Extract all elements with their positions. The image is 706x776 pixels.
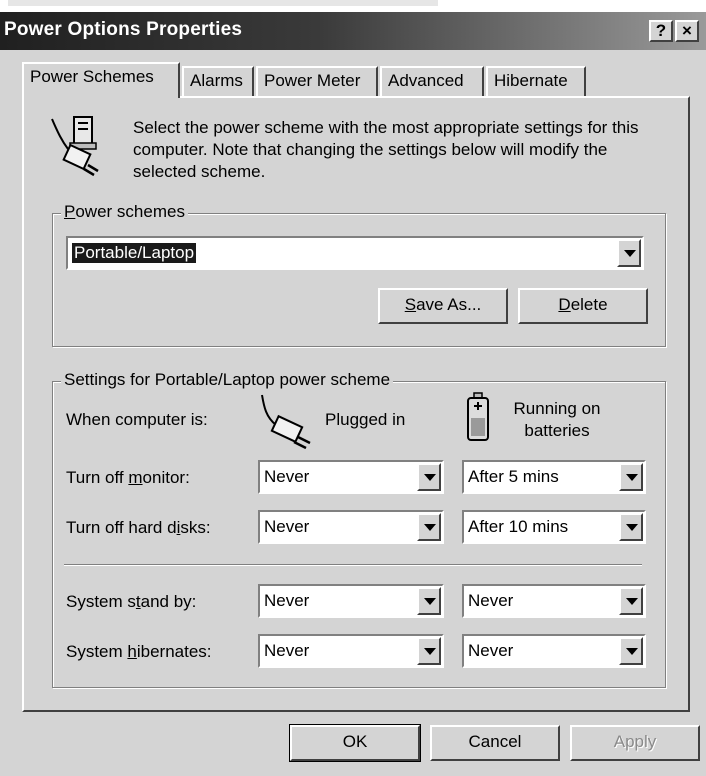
apply-button[interactable]: Apply (570, 725, 700, 761)
background-fragment (8, 0, 438, 6)
plugged-in-label: Plugged in (325, 410, 406, 429)
chevron-down-icon[interactable] (619, 587, 643, 615)
help-button[interactable]: ? (649, 20, 673, 42)
hibernate-plugged-value: Never (264, 641, 310, 660)
hard-disks-battery-value: After 10 mins (468, 517, 569, 536)
standby-plugged-select[interactable]: Never (258, 584, 444, 618)
hibernate-battery-value: Never (468, 641, 514, 660)
save-as-button[interactable]: Save As... (378, 288, 508, 324)
chevron-down-icon[interactable] (417, 587, 441, 615)
tab-power-meter[interactable]: Power Meter (256, 66, 378, 96)
chevron-down-icon[interactable] (619, 463, 643, 491)
power-schemes-group (52, 213, 666, 347)
tab-hibernate[interactable]: Hibernate (486, 66, 586, 96)
chevron-down-icon[interactable] (417, 637, 441, 665)
settings-group-label: Settings for Portable/Laptop power schem… (61, 370, 394, 390)
window-title: Power Options Properties (4, 19, 243, 40)
tab-advanced[interactable]: Advanced (380, 66, 484, 96)
chevron-down-icon[interactable] (617, 239, 641, 267)
monitor-plugged-value: Never (264, 467, 310, 486)
background-strip (0, 0, 706, 12)
running-on-batteries-label: Running on batteries (513, 399, 601, 440)
title-bar: Power Options Properties ? × (0, 12, 706, 50)
power-scheme-value: Portable/Laptop (70, 242, 198, 264)
battery-icon (467, 392, 489, 441)
hard-disks-plugged-select[interactable]: Never (258, 510, 444, 544)
standby-battery-value: Never (468, 591, 514, 610)
chevron-down-icon[interactable] (619, 513, 643, 541)
delete-button[interactable]: Delete (518, 288, 648, 324)
tab-alarms[interactable]: Alarms (182, 66, 254, 96)
chevron-down-icon[interactable] (417, 463, 441, 491)
monitor-plugged-select[interactable]: Never (258, 460, 444, 494)
chevron-down-icon[interactable] (417, 513, 441, 541)
system-hibernates-label: System hibernates: (66, 642, 212, 661)
chevron-down-icon[interactable] (619, 637, 643, 665)
hard-disks-plugged-value: Never (264, 517, 310, 536)
settings-divider (64, 564, 642, 566)
turn-off-monitor-label: Turn off monitor: (66, 468, 190, 487)
tab-power-schemes[interactable]: Power Schemes (22, 62, 180, 98)
standby-plugged-value: Never (264, 591, 310, 610)
close-button[interactable]: × (675, 20, 699, 42)
hibernate-plugged-select[interactable]: Never (258, 634, 444, 668)
power-schemes-group-label: Power schemes (61, 202, 188, 222)
intro-text: Select the power scheme with the most ap… (133, 118, 639, 181)
ok-button[interactable]: OK (289, 724, 421, 762)
monitor-battery-select[interactable]: After 5 mins (462, 460, 646, 494)
power-scheme-select[interactable]: Portable/Laptop (66, 236, 644, 270)
system-stand-by-label: System stand by: (66, 592, 197, 611)
hard-disks-battery-select[interactable]: After 10 mins (462, 510, 646, 544)
plug-icon (261, 394, 311, 449)
hibernate-battery-select[interactable]: Never (462, 634, 646, 668)
standby-battery-select[interactable]: Never (462, 584, 646, 618)
power-plug-computer-icon (51, 116, 99, 177)
when-computer-is-label: When computer is: (66, 410, 208, 429)
monitor-battery-value: After 5 mins (468, 467, 559, 486)
cancel-button[interactable]: Cancel (430, 725, 560, 761)
turn-off-hard-disks-label: Turn off hard disks: (66, 518, 211, 537)
